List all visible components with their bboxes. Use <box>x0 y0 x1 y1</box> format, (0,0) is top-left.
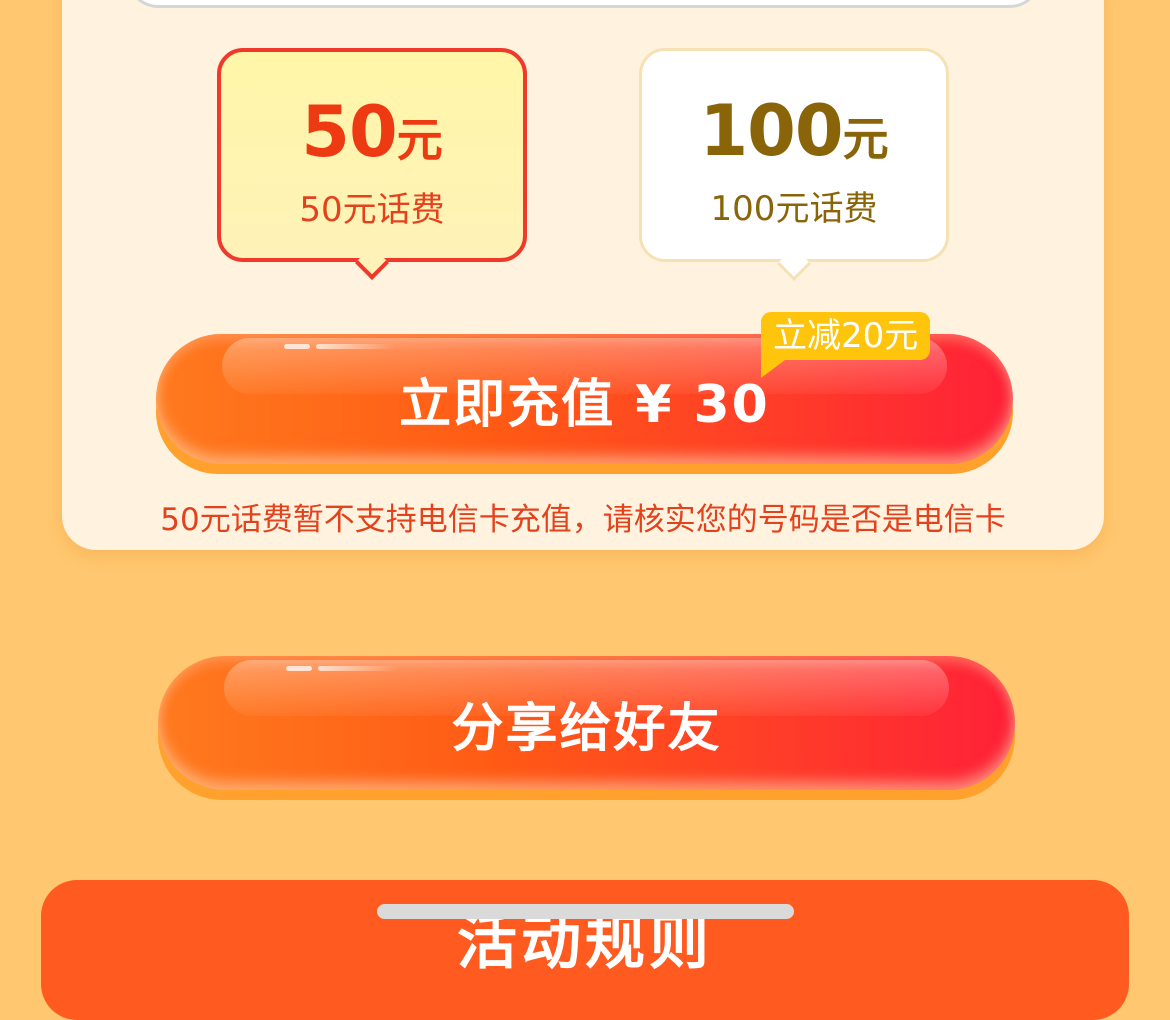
activity-rules-panel: 活动规则 <box>41 880 1129 1020</box>
option-description: 100元话费 <box>710 189 878 229</box>
option-amount-number: 50 <box>301 91 397 173</box>
share-button-label: 分享给好友 <box>451 698 722 759</box>
option-amount: 50元 <box>221 92 523 172</box>
phone-number-field[interactable] <box>125 0 1043 8</box>
share-to-friends-button[interactable]: 分享给好友 <box>158 656 1015 800</box>
option-amount: 100元 <box>642 91 946 171</box>
option-50-yuan[interactable]: 50元 50元话费 <box>217 48 527 280</box>
telecom-notice: 50元话费暂不支持电信卡充值，请核实您的号码是否是电信卡 <box>160 502 1006 538</box>
badge-tail <box>761 360 785 378</box>
option-description: 50元话费 <box>299 190 445 230</box>
discount-badge: 立减20元 <box>761 312 931 378</box>
option-amount-unit: 元 <box>842 112 889 166</box>
discount-badge-text: 立减20元 <box>773 316 919 356</box>
option-amount-number: 100 <box>699 90 843 172</box>
option-100-yuan[interactable]: 100元 100元话费 <box>639 48 949 281</box>
option-amount-unit: 元 <box>396 113 443 167</box>
home-indicator[interactable] <box>377 904 794 919</box>
